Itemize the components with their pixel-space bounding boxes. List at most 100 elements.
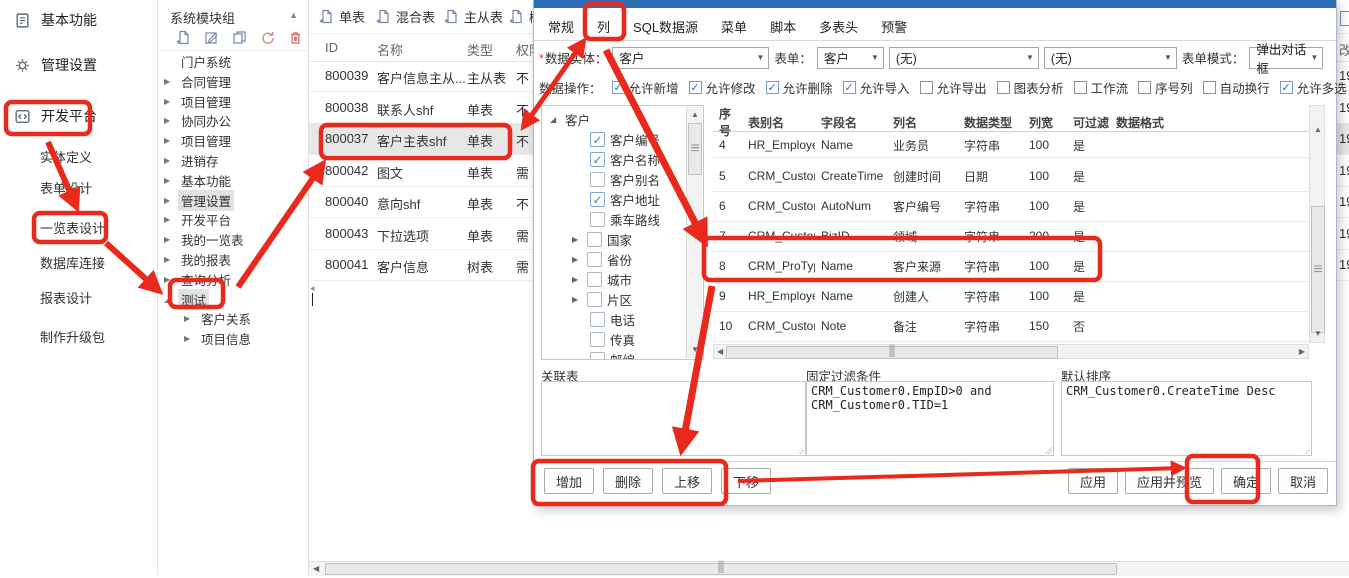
tab-预警[interactable]: 预警	[879, 15, 909, 38]
field-tree-item[interactable]: ▶国家	[572, 230, 632, 249]
delete-icon[interactable]	[288, 30, 303, 45]
field-tree-item[interactable]: ✓客户编号	[590, 130, 660, 149]
new-module-icon[interactable]	[176, 30, 191, 45]
tree-expand-icon[interactable]: ▶	[164, 215, 178, 224]
tab-常规[interactable]: 常规	[546, 15, 576, 38]
module-tree-item[interactable]: ▶开发平台	[164, 210, 234, 229]
scrollbar-thumb[interactable]: ≡	[1311, 206, 1325, 333]
checkbox-允许导出[interactable]: 允许导出	[920, 78, 987, 97]
module-tree-item[interactable]: ▶协同办公	[164, 111, 234, 130]
column-row[interactable]: 5CRM_Custom...CreateTime创建时间日期100是	[713, 161, 1309, 192]
tree-expand-icon[interactable]: ▶	[164, 176, 178, 185]
checkbox-checked-icon[interactable]: ✓	[843, 81, 856, 94]
tree-expand-icon[interactable]: ▶	[164, 97, 178, 106]
下移-button[interactable]: 下移	[721, 468, 771, 494]
tree-expand-icon[interactable]: ▶	[164, 235, 178, 244]
scroll-left-icon[interactable]: ◀	[717, 346, 723, 358]
sidebar-subitem-4[interactable]: 数据库连接	[40, 253, 105, 272]
column-row[interactable]: 4HR_Employe...Name业务员字符串100是	[713, 133, 1309, 158]
tree-expand-icon[interactable]: ▶	[164, 255, 178, 264]
增加-button[interactable]: 增加	[544, 468, 594, 494]
tree-expand-icon[interactable]: ▶	[572, 255, 582, 264]
sidebar-subitem-6[interactable]: 制作升级包	[40, 327, 105, 346]
scroll-down-icon[interactable]: ▼	[1314, 328, 1322, 340]
extra-select-2[interactable]: (无)▼	[1044, 47, 1177, 69]
sidebar-item-1[interactable]: 基本功能	[14, 10, 97, 30]
entity-select[interactable]: 客户▼	[612, 47, 769, 69]
copy-module-icon[interactable]	[232, 30, 247, 45]
checkbox-允许修改[interactable]: ✓允许修改	[689, 78, 756, 97]
checkbox-允许导入[interactable]: ✓允许导入	[843, 78, 910, 97]
checkbox-unchecked-icon[interactable]	[920, 81, 933, 94]
scrollbar-thumb[interactable]: ≡	[688, 123, 702, 175]
scrollbar-thumb[interactable]: ⦀	[325, 563, 1117, 575]
column-row[interactable]: 9HR_Employe...Name创建人字符串100是	[713, 281, 1309, 312]
scrollbar-thumb[interactable]: ⦀	[726, 346, 1058, 359]
checkbox-unchecked-icon[interactable]	[1074, 81, 1087, 94]
module-tree-item[interactable]: ▶我的报表	[164, 250, 234, 269]
tree-expand-icon[interactable]: ▶	[572, 295, 582, 304]
scroll-up-icon[interactable]: ▲	[1314, 124, 1322, 136]
column-row[interactable]: 7CRM_Custom...BizID领域字符串200是	[713, 221, 1309, 252]
上移-button[interactable]: 上移	[662, 468, 712, 494]
tree-expand-icon[interactable]: ▶	[164, 275, 178, 284]
checkbox-checked-icon[interactable]: ✓	[590, 152, 605, 167]
field-tree-root[interactable]: ◢客户	[550, 110, 590, 129]
module-tree-item[interactable]: ◢测试	[164, 290, 209, 309]
field-tree-scrollbar[interactable]: ▲ ≡ ▼	[686, 107, 702, 358]
column-row[interactable]: 10CRM_Custom...Note备注字符串150否	[713, 311, 1309, 342]
new-table-button-3[interactable]: 主从表	[444, 7, 503, 26]
field-tree-item[interactable]: ▶片区	[572, 290, 632, 309]
sidebar-subitem-1[interactable]: 实体定义	[40, 147, 92, 166]
module-tree-item[interactable]: 门户系统	[164, 52, 234, 71]
checkbox-unchecked-icon[interactable]	[1203, 81, 1216, 94]
edit-module-icon[interactable]	[204, 30, 219, 45]
module-tree-item[interactable]: ▶查询分析	[164, 270, 234, 289]
checkbox-unchecked-icon[interactable]	[997, 81, 1010, 94]
checkbox-unchecked-icon[interactable]	[590, 332, 605, 347]
删除-button[interactable]: 删除	[603, 468, 653, 494]
module-tree-item[interactable]: ▶项目管理	[164, 92, 234, 111]
field-tree-item[interactable]: 电话	[590, 310, 635, 329]
field-tree-item[interactable]: ▶城市	[572, 270, 632, 289]
module-tree-item[interactable]: ▶合同管理	[164, 72, 234, 91]
fixed-filter-input[interactable]: CRM_Customer0.EmpID>0 and CRM_Customer0.…	[806, 381, 1054, 456]
checkbox-unchecked-icon[interactable]	[590, 212, 605, 227]
column-row[interactable]: 8CRM_ProTyp...Name客户来源字符串100是	[713, 251, 1309, 282]
column-row[interactable]: 6CRM_Custom...AutoNum客户编号字符串100是	[713, 191, 1309, 222]
extra-select-1[interactable]: (无)▼	[889, 47, 1039, 69]
module-tree-item[interactable]: ▶管理设置	[164, 191, 234, 210]
tab-多表头[interactable]: 多表头	[817, 15, 860, 38]
sidebar-subitem-3[interactable]: 一览表设计	[40, 218, 105, 237]
checkbox-checked-icon[interactable]: ✓	[590, 132, 605, 147]
columns-horizontal-scrollbar[interactable]: ◀ ⦀ ▶	[713, 344, 1309, 359]
checkbox-允许新增[interactable]: ✓允许新增	[612, 78, 679, 97]
default-sort-input[interactable]: CRM_Customer0.CreateTime Desc	[1061, 381, 1312, 456]
dialog-titlebar[interactable]	[534, 0, 1336, 8]
checkbox-序号列[interactable]: 序号列	[1138, 78, 1193, 97]
应用并预览-button[interactable]: 应用并预览	[1125, 468, 1214, 494]
tab-脚本[interactable]: 脚本	[768, 15, 798, 38]
tree-expand-icon[interactable]: ▶	[184, 334, 198, 343]
field-tree-item[interactable]: ▶省份	[572, 250, 632, 269]
checkbox-unchecked-icon[interactable]	[590, 312, 605, 327]
module-tree-item[interactable]: ▶项目管理	[164, 131, 234, 150]
tree-expanded-icon[interactable]: ◢	[550, 115, 560, 124]
tree-expand-icon[interactable]: ▶	[184, 314, 198, 323]
checkbox-checked-icon[interactable]: ✓	[689, 81, 702, 94]
checkbox-unchecked-icon[interactable]	[587, 272, 602, 287]
checkbox-unchecked-icon[interactable]	[587, 252, 602, 267]
checkbox-图表分析[interactable]: 图表分析	[997, 78, 1064, 97]
tree-expand-icon[interactable]: ▶	[164, 156, 178, 165]
checkbox-unchecked-icon[interactable]	[587, 292, 602, 307]
sidebar-subitem-5[interactable]: 报表设计	[40, 288, 92, 307]
scroll-right-icon[interactable]: ▶	[1299, 346, 1305, 358]
form-select[interactable]: 客户▼	[817, 47, 884, 69]
field-tree-item[interactable]: 客户别名	[590, 170, 660, 189]
checkbox-checked-icon[interactable]: ✓	[612, 81, 625, 94]
collapse-up-icon[interactable]: ▲	[289, 10, 298, 20]
tree-expand-icon[interactable]: ▶	[164, 136, 178, 145]
scroll-up-icon[interactable]: ▲	[691, 109, 699, 121]
tab-SQL数据源[interactable]: SQL数据源	[631, 15, 700, 38]
field-tree-item[interactable]: ✓客户地址	[590, 190, 660, 209]
